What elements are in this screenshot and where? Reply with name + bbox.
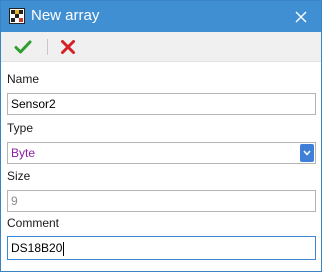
type-dropdown-button[interactable] [300, 144, 314, 162]
close-button[interactable] [281, 1, 321, 32]
size-field: 9 [7, 190, 316, 212]
name-label: Name [7, 72, 40, 86]
chevron-down-icon [303, 150, 311, 156]
type-select[interactable]: Byte [7, 142, 316, 164]
window-title: New array [31, 7, 100, 24]
checkmark-icon [14, 40, 32, 54]
type-select-value: Byte [11, 146, 36, 160]
toolbar [1, 32, 321, 62]
array-grid-icon [9, 8, 25, 24]
cancel-button[interactable] [57, 36, 79, 58]
toolbar-separator [47, 39, 48, 55]
name-input[interactable]: Sensor2 [7, 93, 316, 115]
close-icon [295, 11, 307, 22]
comment-label: Comment [7, 216, 60, 230]
comment-input[interactable]: DS18B20 [7, 236, 316, 260]
text-caret [63, 241, 65, 256]
ok-button[interactable] [12, 36, 34, 58]
title-bar[interactable]: New array [1, 1, 321, 32]
type-label: Type [7, 121, 34, 135]
cross-icon [61, 40, 75, 54]
size-label: Size [7, 169, 31, 183]
new-array-dialog: New array Name Sensor2 Type Byte Size 9 … [0, 0, 322, 272]
comment-input-value: DS18B20 [11, 241, 63, 255]
